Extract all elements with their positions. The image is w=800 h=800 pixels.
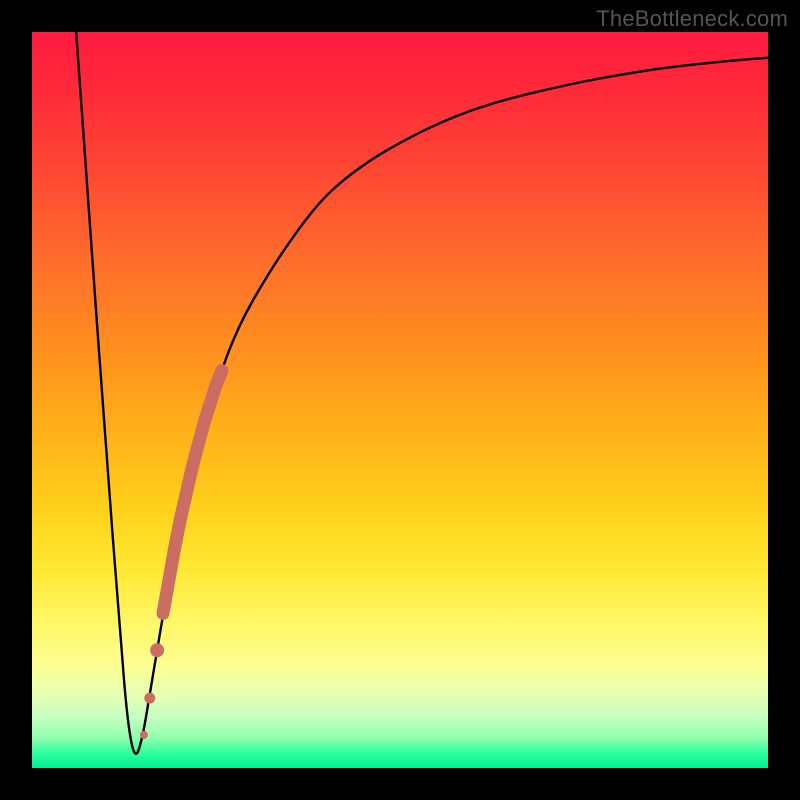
chart-frame: TheBottleneck.com <box>0 0 800 800</box>
highlight-dot <box>140 731 148 739</box>
bottleneck-curve <box>76 32 768 754</box>
watermark-text: TheBottleneck.com <box>596 6 788 32</box>
highlight-segment <box>163 371 222 614</box>
chart-overlay <box>32 32 768 768</box>
highlight-dot <box>150 643 164 657</box>
curve-group <box>76 32 768 754</box>
highlight-dot <box>144 693 155 704</box>
plot-area <box>32 32 768 768</box>
